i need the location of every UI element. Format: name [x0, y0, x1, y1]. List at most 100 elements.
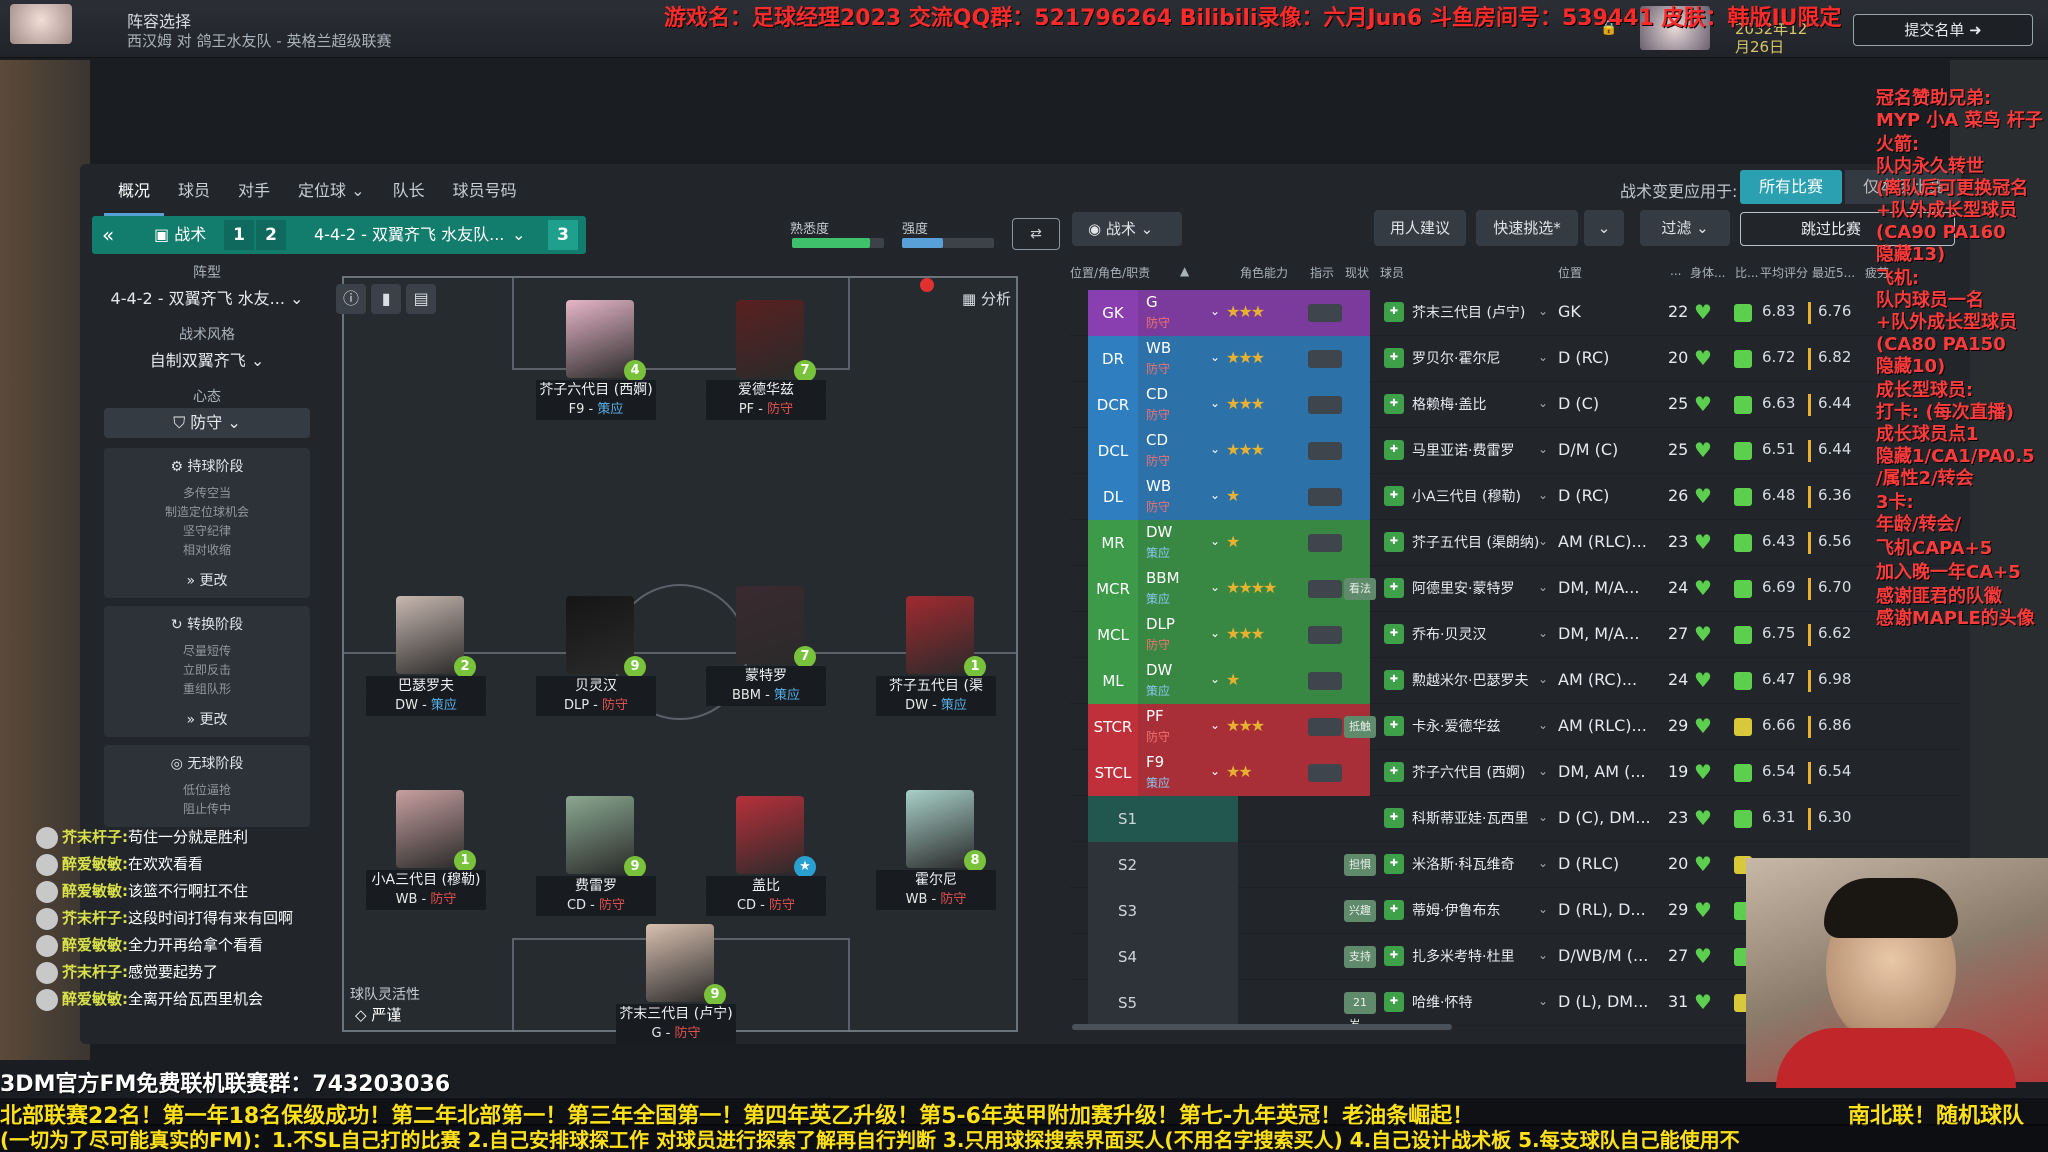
filter-button[interactable]: 过滤 ⌄ — [1640, 210, 1730, 246]
chevron-down-icon[interactable]: ⌄ — [1210, 534, 1220, 548]
chevron-down-icon[interactable]: ⌄ — [1584, 210, 1624, 246]
tab-overview[interactable]: 概况 — [104, 175, 165, 216]
position-cell[interactable]: MCR — [1088, 566, 1138, 612]
instruction-icon[interactable] — [1308, 764, 1342, 782]
pitch-player[interactable]: 9 贝灵汉 DLP - 防守 — [536, 596, 656, 716]
instruction-icon[interactable] — [1308, 488, 1342, 506]
player-name[interactable]: 芥子五代目 (渠朗纳) — [1412, 532, 1542, 552]
table-row[interactable]: MCL DLP 防守 ⌄ ★★★ ✚ 乔布·贝灵汉 ⌄ DM, M/A... 27 ♥ 6.75 6.6… — [1070, 612, 1960, 658]
chevron-down-icon[interactable]: ⌄ — [1538, 396, 1548, 410]
instruction-icon[interactable] — [1308, 580, 1342, 598]
player-name[interactable]: 蒂姆·伊鲁布东 — [1412, 900, 1542, 920]
player-name[interactable]: 米洛斯·科瓦维奇 — [1412, 854, 1542, 874]
collapse-icon[interactable]: « — [102, 222, 114, 248]
chevron-down-icon[interactable]: ⌄ — [1538, 718, 1548, 732]
instruction-icon[interactable] — [1308, 626, 1342, 644]
chart-icon[interactable]: ▮ — [371, 284, 402, 314]
player-name[interactable]: 芥末三代目 (卢宁) — [616, 1004, 736, 1024]
chevron-down-icon[interactable]: ⌄ — [1210, 350, 1220, 364]
formation-dropdown[interactable]: 4-4-2 - 双翼齐飞 水友... ⌄ — [104, 284, 310, 314]
tab-set-pieces[interactable]: 定位球 ⌄ — [284, 175, 379, 216]
player-name[interactable]: 格赖梅·盖比 — [1412, 394, 1542, 414]
col-physical[interactable]: 身体... — [1690, 264, 1725, 281]
player-role[interactable]: WB - 防守 — [876, 890, 996, 910]
position-cell[interactable]: MR — [1088, 520, 1138, 566]
chevron-down-icon[interactable]: ⌄ — [1538, 902, 1548, 916]
tactic-slot-2[interactable]: 2 — [256, 220, 286, 250]
table-row[interactable]: DR WB 防守 ⌄ ★★★ ✚ 罗贝尔·霍尔尼 ⌄ D (RC) 20 ♥ 6.72 6.82 — [1070, 336, 1960, 382]
swap-icon[interactable]: ⇄ — [1012, 218, 1060, 250]
quick-pick-button[interactable]: 快速挑选* — [1476, 210, 1578, 246]
chevron-down-icon[interactable]: ⌄ — [1210, 442, 1220, 456]
player-role[interactable]: DW - 策应 — [366, 696, 486, 716]
instruction-icon[interactable] — [1308, 534, 1342, 552]
chevron-down-icon[interactable]: ⌄ — [1538, 350, 1548, 364]
col-match[interactable]: 比... — [1735, 264, 1758, 281]
selection-advice-button[interactable]: 用人建议 — [1374, 210, 1466, 246]
table-row[interactable]: S1 ✚ 科斯蒂亚娃·瓦西里 ⌄ D (C), DM... 23 ♥ 6.31 6.30 — [1070, 796, 1960, 842]
pitch-player[interactable]: 7 蒙特罗 BBM - 策应 — [706, 586, 826, 706]
chevron-down-icon[interactable]: ⌄ — [1538, 442, 1548, 456]
sub-slot[interactable]: S2 — [1088, 842, 1238, 888]
player-role[interactable]: WB - 防守 — [366, 890, 486, 910]
position-cell[interactable]: ML — [1088, 658, 1138, 704]
position-cell[interactable]: DL — [1088, 474, 1138, 520]
player-name[interactable]: 乔布·贝灵汉 — [1412, 624, 1542, 644]
pitch-player[interactable]: ★ 盖比 CD - 防守 — [706, 796, 826, 916]
player-name[interactable]: 芥末三代目 (卢宁) — [1412, 302, 1542, 322]
table-row[interactable]: DCL CD 防守 ⌄ ★★★ ✚ 马里亚诺·费雷罗 ⌄ D/M (C) 25 ♥ 6.51 6.44 — [1070, 428, 1960, 474]
player-role[interactable]: PF - 防守 — [706, 400, 826, 420]
player-role[interactable]: CD - 防守 — [536, 896, 656, 916]
analysis-button[interactable]: ▦ 分析 — [962, 288, 1011, 309]
chevron-down-icon[interactable]: ⌄ — [1538, 626, 1548, 640]
pitch-player[interactable]: 8 霍尔尼 WB - 防守 — [876, 790, 996, 910]
chevron-down-icon[interactable]: ⌄ — [1538, 580, 1548, 594]
position-cell[interactable]: STCL — [1088, 750, 1138, 796]
chevron-down-icon[interactable]: ⌄ — [1538, 856, 1548, 870]
player-name[interactable]: 贝灵汉 — [536, 676, 656, 696]
chevron-down-icon[interactable]: ⌄ — [1210, 764, 1220, 778]
tab-captains[interactable]: 队长 — [379, 175, 439, 216]
col-pos[interactable]: 位置 — [1558, 264, 1582, 281]
change-button[interactable]: » 更改 — [104, 570, 310, 590]
chevron-down-icon[interactable]: ⌄ — [1210, 580, 1220, 594]
player-role[interactable]: G - 防守 — [616, 1024, 736, 1044]
player-name[interactable]: 哈维·怀特 — [1412, 992, 1542, 1012]
position-cell[interactable]: DCR — [1088, 382, 1138, 428]
clipboard-icon[interactable]: ▤ — [406, 284, 437, 314]
instruction-icon[interactable] — [1308, 442, 1342, 460]
chevron-down-icon[interactable]: ⌄ — [1210, 626, 1220, 640]
chevron-down-icon[interactable]: ⌄ — [1210, 488, 1220, 502]
player-role[interactable]: CD - 防守 — [706, 896, 826, 916]
player-name[interactable]: 费雷罗 — [536, 876, 656, 896]
position-cell[interactable]: MCL — [1088, 612, 1138, 658]
player-name[interactable]: 爱德华兹 — [706, 380, 826, 400]
tactic-view-dropdown[interactable]: ◉ 战术 ⌄ — [1072, 212, 1182, 246]
chevron-down-icon[interactable]: ⌄ — [1210, 304, 1220, 318]
chevron-down-icon[interactable]: ⌄ — [1538, 672, 1548, 686]
col-status[interactable]: 现状 — [1345, 264, 1369, 281]
player-name[interactable]: 蒙特罗 — [706, 666, 826, 686]
table-row[interactable]: MR DW 策应 ⌄ ★ ✚ 芥子五代目 (渠朗纳) ⌄ AM (RLC)... 23 ♥ 6.43 6… — [1070, 520, 1960, 566]
tab-opponent[interactable]: 对手 — [224, 175, 284, 216]
instruction-icon[interactable] — [1308, 672, 1342, 690]
table-row[interactable]: MCR BBM 策应 ⌄ ★★★★ 看法 ✚ 阿德里安·蒙特罗 ⌄ DM, M/A... 24 ♥ 6.… — [1070, 566, 1960, 612]
player-name[interactable]: 勲越米尔·巴瑟罗夫 — [1412, 670, 1542, 690]
change-button[interactable]: » 更改 — [104, 709, 310, 729]
pitch-player[interactable]: 4 芥子六代目 (西婀) F9 - 策应 — [536, 300, 656, 420]
position-cell[interactable]: GK — [1088, 290, 1138, 336]
table-row[interactable]: STCR PF 防守 ⌄ ★★★ 抵触 ✚ 卡永·爱德华兹 ⌄ AM (RLC)... 29 ♥ 6.6… — [1070, 704, 1960, 750]
info-icon[interactable]: ⓘ — [336, 284, 366, 314]
player-name[interactable]: 小A三代目 (穆勒) — [1412, 486, 1542, 506]
pitch-player[interactable]: 9 芥末三代目 (卢宁) G - 防守 — [616, 924, 736, 1044]
tab-squad-numbers[interactable]: 球员号码 — [439, 175, 531, 216]
pitch-player[interactable]: 9 费雷罗 CD - 防守 — [536, 796, 656, 916]
tab-players[interactable]: 球员 — [164, 175, 224, 216]
player-role[interactable]: DLP - 防守 — [536, 696, 656, 716]
table-row[interactable]: ML DW 策应 ⌄ ★ ✚ 勲越米尔·巴瑟罗夫 ⌄ AM (RC)... 24 ♥ 6.47 6.98 — [1070, 658, 1960, 704]
horizontal-scrollbar[interactable] — [1072, 1024, 1452, 1030]
player-role[interactable]: DW - 策应 — [876, 696, 996, 716]
col-more[interactable]: ... — [1670, 264, 1681, 278]
player-name[interactable]: 阿德里安·蒙特罗 — [1412, 578, 1542, 598]
col-role-ability[interactable]: 角色能力 — [1240, 264, 1288, 281]
